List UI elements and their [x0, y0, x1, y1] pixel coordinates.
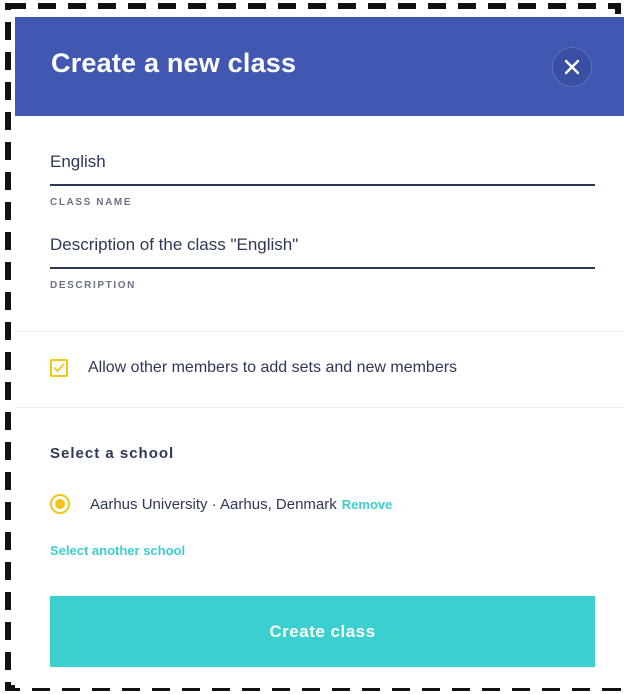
- select-school-heading: Select a school: [50, 445, 175, 462]
- dialog-title: Create a new class: [51, 48, 297, 78]
- close-icon: [564, 59, 580, 75]
- create-class-button[interactable]: Create class: [50, 596, 595, 667]
- description-field[interactable]: Description of the class "English" DESCR…: [50, 232, 595, 291]
- class-name-underline: [50, 184, 595, 186]
- remove-school-link[interactable]: Remove: [342, 497, 393, 512]
- class-name-label: CLASS NAME: [50, 197, 133, 208]
- close-button[interactable]: [552, 47, 592, 87]
- allow-members-label: Allow other members to add sets and new …: [88, 359, 458, 376]
- class-name-field[interactable]: English CLASS NAME: [50, 149, 595, 208]
- select-another-school-link[interactable]: Select another school: [50, 543, 185, 558]
- section-divider: [15, 331, 624, 332]
- selected-school-option[interactable]: Aarhus University · Aarhus, Denmark Remo…: [50, 494, 392, 514]
- allow-members-option[interactable]: Allow other members to add sets and new …: [50, 359, 457, 377]
- description-label: DESCRIPTION: [50, 280, 136, 291]
- section-divider: [15, 407, 624, 408]
- school-radio-button[interactable]: [50, 494, 70, 514]
- dialog-header: Create a new class: [15, 17, 624, 116]
- screenshot-frame: Create a new class English CLASS NAME De…: [0, 0, 624, 694]
- create-class-dialog: Create a new class English CLASS NAME De…: [15, 17, 624, 688]
- description-input[interactable]: Description of the class "English": [50, 232, 595, 258]
- allow-members-checkbox[interactable]: [50, 359, 68, 377]
- selected-school-name: Aarhus University · Aarhus, Denmark: [90, 495, 337, 513]
- checkmark-icon: [53, 363, 65, 372]
- description-underline: [50, 267, 595, 269]
- class-name-input[interactable]: English: [50, 149, 595, 175]
- radio-selected-dot: [55, 499, 65, 509]
